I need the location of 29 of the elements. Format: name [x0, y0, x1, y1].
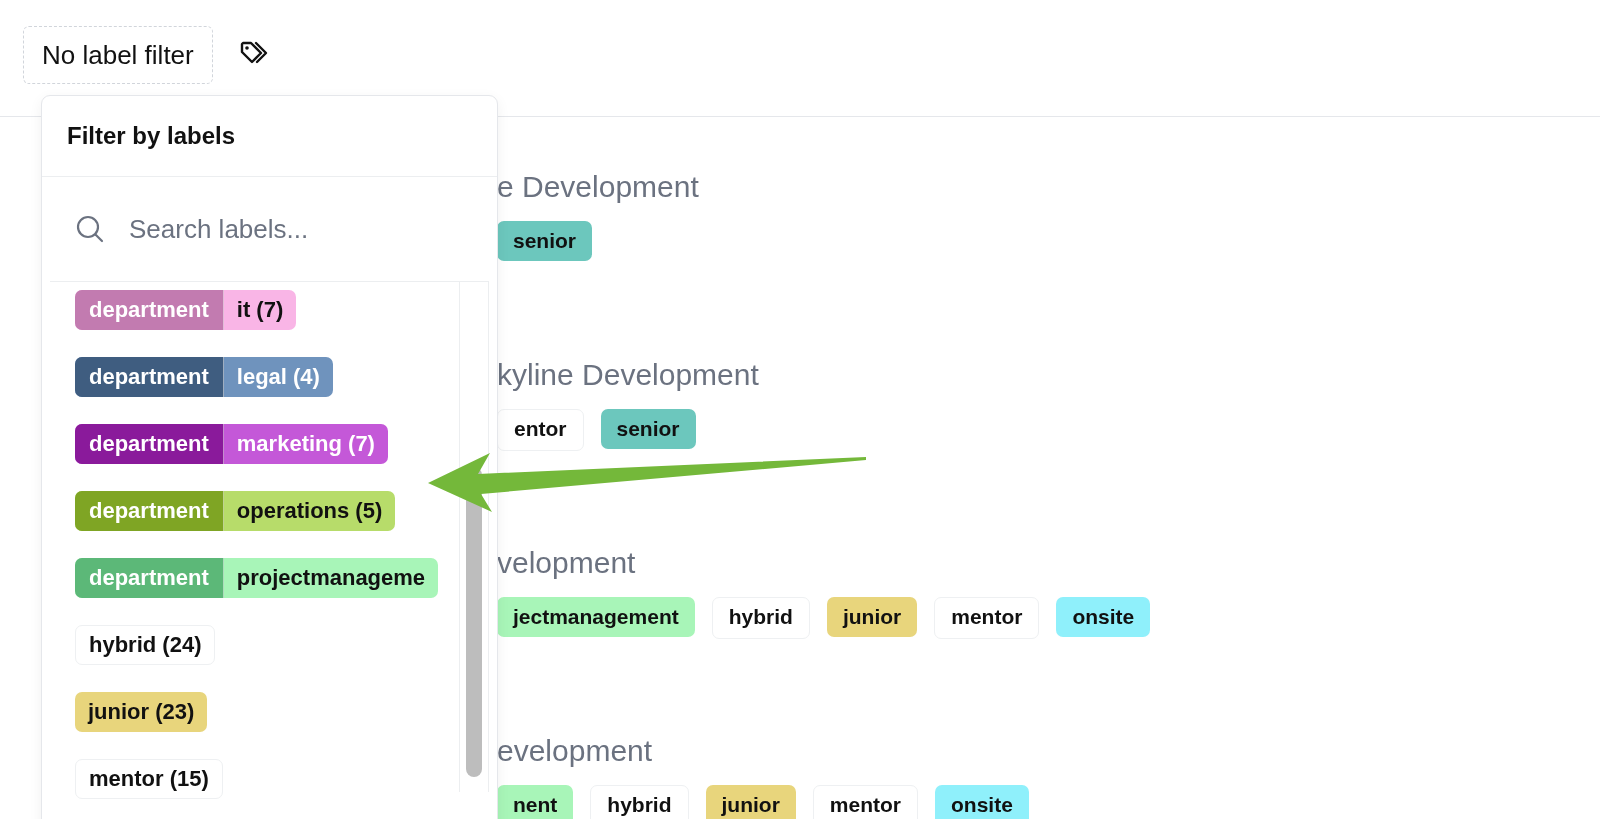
label-tag: onsite [935, 785, 1029, 819]
label-option[interactable]: hybrid (24) [75, 625, 216, 665]
label-tag: nent [497, 785, 574, 819]
label-option[interactable]: junior (23) [75, 692, 208, 732]
label-tag: onsite [1056, 597, 1151, 637]
label-option[interactable]: department legal (4) [75, 357, 333, 397]
label-option[interactable]: mentor (15) [75, 759, 223, 799]
label-tag: junior [826, 597, 918, 637]
label-tag: junior [705, 785, 796, 819]
search-field[interactable]: Search labels... [127, 212, 431, 246]
label-tag: hybrid [590, 785, 689, 819]
label-option[interactable]: department operations (5) [75, 491, 396, 531]
label-tag: mentor [934, 597, 1040, 639]
label-tag: hybrid [711, 597, 810, 639]
label-filter-button[interactable]: No label filter [23, 26, 213, 84]
project-title[interactable]: evelopment [497, 731, 1600, 771]
label-tag: senior [600, 409, 696, 449]
project-title[interactable]: kyline Development [497, 355, 1600, 395]
popover-title: Filter by labels [67, 122, 236, 150]
label-tag: jectmanagement [497, 597, 695, 637]
project-title[interactable]: e Development [497, 167, 1600, 207]
label-option[interactable]: department projectmanageme [75, 558, 439, 598]
label-tag: senior [497, 221, 593, 261]
search-icon [75, 214, 105, 244]
label-tag: mentor [812, 785, 918, 819]
label-option[interactable]: department it (7) [75, 290, 297, 330]
project-title[interactable]: velopment [497, 543, 1600, 583]
label-option[interactable]: department marketing (7) [75, 424, 388, 464]
label-tag: entor [497, 409, 584, 451]
